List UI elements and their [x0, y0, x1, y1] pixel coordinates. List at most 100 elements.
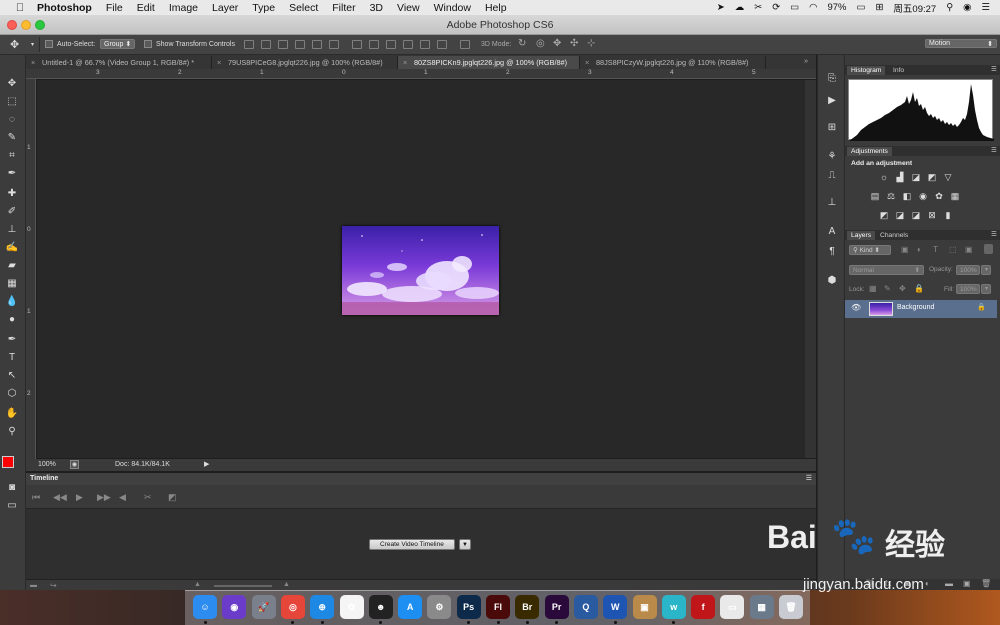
render-video-icon[interactable]: ↪	[50, 581, 57, 590]
dock-safari-icon[interactable]: ⊕	[310, 595, 335, 619]
distribute-vcenter-icon[interactable]	[369, 40, 379, 49]
tab-info[interactable]: Info	[889, 66, 908, 75]
distribute-bottom-icon[interactable]	[386, 40, 396, 49]
auto-select-checkbox[interactable]	[45, 40, 53, 48]
layer-visibility-eye-icon[interactable]: 👁	[851, 303, 861, 312]
dock-flash-icon[interactable]: Fl	[486, 595, 510, 619]
3d-rotate-icon[interactable]: ↻	[518, 38, 526, 49]
3d-slide-icon[interactable]: ✣	[570, 38, 578, 49]
spotlight-icon[interactable]: ⚲	[946, 2, 953, 13]
panel-menu-icon[interactable]: ☰	[806, 474, 812, 482]
zoom-level[interactable]: 100%	[38, 461, 56, 468]
filter-adjustment-icon[interactable]: ◐	[917, 245, 922, 254]
opacity-input[interactable]: 100%	[956, 265, 980, 275]
play-icon[interactable]: ▶	[76, 492, 83, 503]
brush-tool-icon[interactable]: ✐	[3, 205, 21, 219]
timeline-title[interactable]: Timeline	[30, 475, 58, 482]
align-left-icon[interactable]	[295, 40, 305, 49]
dock-photoshop-icon[interactable]: Ps	[456, 595, 481, 619]
foreground-color-swatch[interactable]	[2, 456, 14, 468]
filter-smart-object-icon[interactable]: ▣	[965, 245, 973, 254]
history-panel-icon[interactable]: ⎘	[825, 73, 839, 85]
paragraph-panel-icon[interactable]: ¶	[825, 246, 839, 258]
zoom-out-icon[interactable]: ▲	[194, 581, 201, 588]
dock-photos-icon[interactable]: ✿	[339, 595, 364, 619]
invert-icon[interactable]: ◩	[879, 211, 889, 220]
pen-tool-icon[interactable]: ✒	[3, 333, 21, 347]
auto-align-icon[interactable]	[460, 40, 470, 49]
clone-source-icon[interactable]: ⊥	[825, 197, 839, 209]
menu-app-name[interactable]: Photoshop	[37, 2, 92, 14]
audio-icon[interactable]: ◀	[119, 492, 126, 503]
workspace-switcher[interactable]: Motion ⬍	[925, 39, 997, 48]
minimize-window-button[interactable]	[21, 20, 31, 30]
dock-bridge-icon[interactable]: Br	[515, 595, 540, 619]
tab-document-active[interactable]: × 80ZS8PICKn9.jpglqt226.jpg @ 100% (RGB/8…	[398, 56, 580, 69]
previous-frame-icon[interactable]: ◀◀	[53, 492, 67, 503]
notification-center-icon[interactable]: ☰	[981, 2, 990, 13]
menu-3d[interactable]: 3D	[370, 2, 383, 14]
doc-info[interactable]: Doc: 84.1K/84.1K	[115, 461, 170, 468]
close-tab-icon[interactable]: ×	[217, 56, 221, 69]
properties-panel-icon[interactable]: ⊞	[825, 122, 839, 134]
tab-document[interactable]: × 88JS8PICzyW.jpglqt226.jpg @ 110% (RGB/8…	[580, 56, 766, 69]
3d-panel-icon[interactable]: ⬢	[825, 275, 839, 287]
menu-filter[interactable]: Filter	[332, 2, 355, 14]
canvas-scrollbar[interactable]	[805, 80, 816, 458]
dock-siri-icon[interactable]: ◉	[222, 595, 247, 619]
menu-type[interactable]: Type	[252, 2, 275, 14]
hue-saturation-icon[interactable]: ▤	[870, 192, 880, 201]
adjustments-title[interactable]: Adjustments	[847, 147, 892, 156]
battery-icon[interactable]: ▭	[856, 2, 865, 13]
align-top-icon[interactable]	[244, 40, 254, 49]
brush-panel-icon[interactable]: ⚘	[825, 151, 839, 163]
3d-pan-icon[interactable]: ✥	[553, 38, 561, 49]
lock-image-icon[interactable]: ✎	[884, 284, 891, 293]
quick-mask-icon[interactable]: ◙	[3, 481, 21, 495]
document-image[interactable]	[342, 226, 499, 315]
distribute-top-icon[interactable]	[352, 40, 362, 49]
eyedropper-tool-icon[interactable]: ✒	[3, 167, 21, 181]
lasso-tool-icon[interactable]: ◌	[3, 113, 21, 127]
filter-toggle[interactable]	[984, 244, 993, 254]
character-panel-icon[interactable]: A	[825, 226, 839, 238]
eraser-tool-icon[interactable]: ▰	[3, 259, 21, 273]
timeline-convert-icon[interactable]: ▬	[30, 582, 37, 589]
menu-select[interactable]: Select	[289, 2, 318, 14]
layer-thumbnail[interactable]	[869, 302, 893, 316]
gradient-map-icon[interactable]: ▮	[943, 211, 953, 220]
black-white-icon[interactable]: ◧	[902, 192, 912, 201]
transition-icon[interactable]: ◩	[168, 492, 177, 503]
clock[interactable]: 周五09:27	[893, 1, 936, 15]
menu-file[interactable]: File	[106, 2, 123, 14]
zoom-in-icon[interactable]: ▲	[283, 581, 290, 588]
dock-word-icon[interactable]: W	[603, 595, 628, 619]
color-balance-icon[interactable]: ⚖	[886, 192, 896, 201]
tool-preset-chevron-icon[interactable]: ▾	[31, 41, 34, 48]
dock-launchpad-icon[interactable]: 🚀	[251, 595, 276, 619]
show-transform-checkbox[interactable]	[144, 40, 152, 48]
wifi-icon[interactable]: ◠	[809, 2, 817, 13]
sync-icon[interactable]: ⟳	[772, 2, 780, 13]
tool-icon[interactable]: ✂	[754, 2, 762, 13]
dock-preview-icon[interactable]: ▭	[720, 595, 745, 619]
vibrance-icon[interactable]: ▽	[943, 173, 953, 182]
dock-app-store-icon[interactable]: A	[398, 595, 423, 619]
path-select-tool-icon[interactable]: ↖	[3, 369, 21, 383]
menu-help[interactable]: Help	[485, 2, 507, 14]
move-tool-icon[interactable]: ✥	[10, 38, 19, 51]
levels-icon[interactable]: ▟	[895, 173, 905, 182]
fill-slider-arrow-icon[interactable]: ▾	[981, 284, 991, 294]
panel-menu-icon[interactable]: ☰	[991, 146, 997, 154]
menu-image[interactable]: Image	[169, 2, 198, 14]
auto-select-dropdown[interactable]: Group ⬍	[100, 39, 136, 49]
curves-icon[interactable]: ◪	[911, 173, 921, 182]
menu-window[interactable]: Window	[434, 2, 471, 14]
dock-flash-player-icon[interactable]: f	[691, 595, 716, 619]
panel-menu-icon[interactable]: ☰	[991, 230, 997, 238]
distribute-right-icon[interactable]	[437, 40, 447, 49]
type-tool-icon[interactable]: T	[3, 351, 21, 365]
quick-select-tool-icon[interactable]: ✎	[3, 131, 21, 145]
export-icon[interactable]: ◉	[70, 460, 79, 469]
dock-wunderlist-icon[interactable]: w	[661, 595, 686, 619]
